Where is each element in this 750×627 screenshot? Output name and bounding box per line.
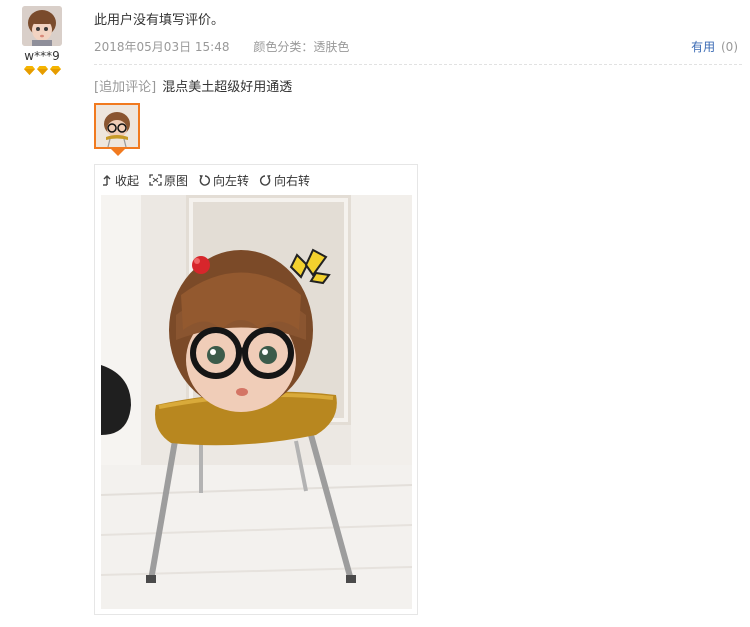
rotate-left-button[interactable]: 向左转 xyxy=(198,172,249,189)
expand-icon xyxy=(149,174,162,186)
diamond-icon xyxy=(36,66,48,75)
review-date: 2018年05月03日 15:48 xyxy=(94,40,230,54)
review-item: w***9 此用户没有填写评价。 2018年05月03日 15:48 颜色分类：… xyxy=(0,0,750,627)
appended-review: [追加评论] 混点美土超级好用通透 xyxy=(94,76,292,95)
useful-label[interactable]: 有用 xyxy=(691,40,715,54)
avatar[interactable] xyxy=(22,6,62,46)
rotate-right-label: 向右转 xyxy=(274,173,311,188)
viewer-toolbar: 收起 原图 向左转 向右转 xyxy=(101,170,310,190)
rotate-right-button[interactable]: 向右转 xyxy=(259,172,310,189)
divider xyxy=(94,64,742,65)
reviewer-level xyxy=(18,66,66,75)
original-label: 原图 xyxy=(164,173,189,188)
collapse-button[interactable]: 收起 xyxy=(101,172,139,189)
useful-button[interactable]: 有用 (0) xyxy=(691,38,738,55)
reviewer-info: w***9 xyxy=(18,6,66,75)
rotate-right-icon xyxy=(259,174,272,187)
review-photo[interactable] xyxy=(101,195,412,609)
rotate-left-icon xyxy=(198,174,211,187)
collapse-icon xyxy=(101,174,113,186)
sku-info: 颜色分类：透肤色 xyxy=(253,40,350,54)
photo-thumbnail[interactable] xyxy=(94,103,140,149)
diamond-icon xyxy=(23,66,35,75)
image-viewer: 收起 原图 向左转 向右转 xyxy=(94,164,418,615)
rotate-left-label: 向左转 xyxy=(213,173,250,188)
review-meta: 2018年05月03日 15:48 颜色分类：透肤色 xyxy=(94,38,349,55)
append-text: 混点美土超级好用通透 xyxy=(162,80,293,95)
diamond-icon xyxy=(49,66,61,75)
original-image-button[interactable]: 原图 xyxy=(149,172,188,189)
collapse-label: 收起 xyxy=(115,173,140,188)
useful-count: (0) xyxy=(721,40,738,54)
review-text: 此用户没有填写评价。 xyxy=(94,13,225,28)
thumbnail-pointer xyxy=(111,149,125,156)
append-tag: [追加评论] xyxy=(94,80,157,95)
reviewer-name: w***9 xyxy=(24,49,60,63)
